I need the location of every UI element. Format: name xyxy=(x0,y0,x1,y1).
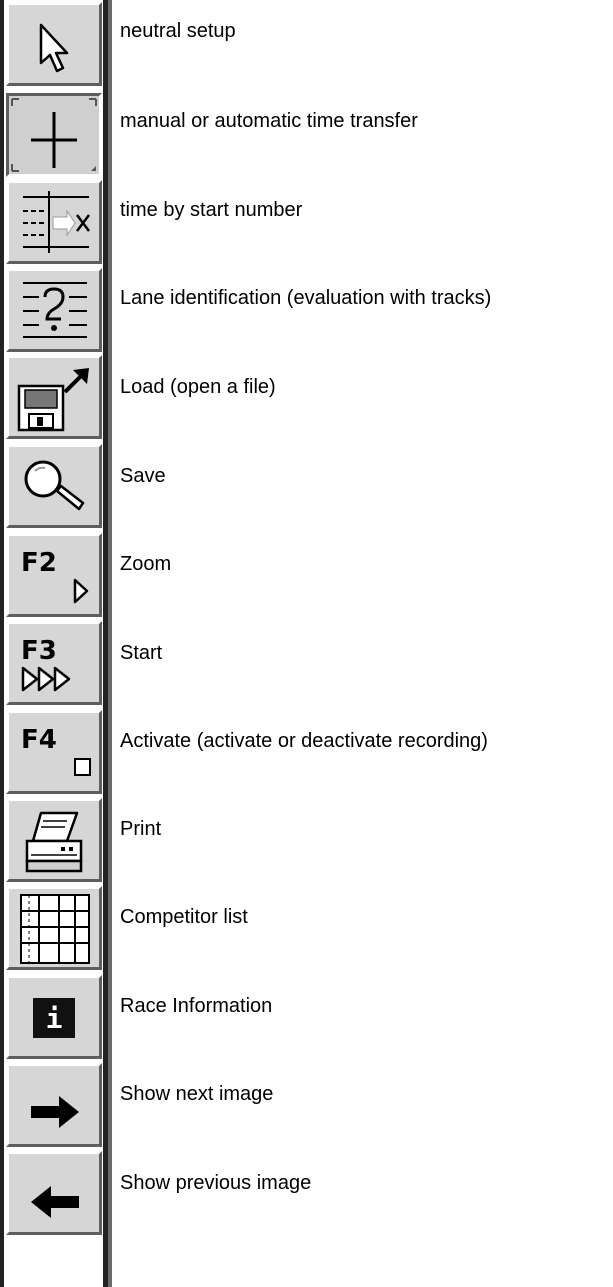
previous-image-button[interactable] xyxy=(6,1151,102,1235)
label-time-transfer: manual or automatic time transfer xyxy=(120,110,418,132)
start-button[interactable]: F3 xyxy=(6,621,102,705)
label-neutral-setup: neutral setup xyxy=(120,20,236,42)
label-previous-image: Show previous image xyxy=(120,1172,312,1194)
next-image-button[interactable] xyxy=(6,1063,102,1147)
label-load: Load (open a file) xyxy=(120,376,276,398)
info-icon: i xyxy=(33,998,75,1038)
arrow-cursor-icon xyxy=(39,23,69,73)
toolbar-border-shadow xyxy=(108,0,112,1287)
label-race-information: Race Information xyxy=(120,995,273,1017)
load-button[interactable] xyxy=(6,355,102,439)
table-grid-icon xyxy=(20,894,90,964)
print-button[interactable] xyxy=(6,798,102,882)
svg-text:i: i xyxy=(46,1002,63,1035)
crosshair-icon xyxy=(11,98,97,172)
start-number-time-icon xyxy=(23,191,90,253)
f2-play-icon xyxy=(73,578,89,604)
f4-checkbox-icon xyxy=(74,758,91,776)
competitor-list-button[interactable] xyxy=(6,886,102,970)
printer-icon xyxy=(25,811,83,873)
label-activate: Activate (activate or deactivate recordi… xyxy=(120,730,488,752)
magnifier-icon xyxy=(24,460,85,511)
lane-identification-button[interactable] xyxy=(6,268,102,352)
label-zoom: Zoom xyxy=(120,553,172,575)
label-lane-identification: Lane identification (evaluation with tra… xyxy=(120,287,492,309)
label-start: Start xyxy=(120,642,163,664)
label-next-image: Show next image xyxy=(120,1083,274,1105)
left-arrow-icon xyxy=(31,1186,79,1218)
neutral-setup-button[interactable] xyxy=(6,2,102,86)
vertical-toolbar: F2 F3 F4 i xyxy=(0,0,112,1287)
activate-button[interactable]: F4 xyxy=(6,710,102,794)
save-button[interactable] xyxy=(6,444,102,528)
zoom-button[interactable]: F2 xyxy=(6,533,102,617)
time-by-start-number-button[interactable] xyxy=(6,180,102,264)
lane-identification-icon xyxy=(23,282,87,338)
label-competitor-list: Competitor list xyxy=(120,906,248,928)
label-print: Print xyxy=(120,818,162,840)
toolbar-border-left xyxy=(0,0,4,1287)
label-save: Save xyxy=(120,465,166,487)
floppy-load-icon xyxy=(17,368,89,432)
label-time-by-start-number: time by start number xyxy=(120,199,303,221)
f3-fast-forward-icon xyxy=(21,666,71,692)
right-arrow-icon xyxy=(31,1096,79,1128)
race-information-button[interactable]: i xyxy=(6,975,102,1059)
time-transfer-button[interactable] xyxy=(6,93,102,177)
